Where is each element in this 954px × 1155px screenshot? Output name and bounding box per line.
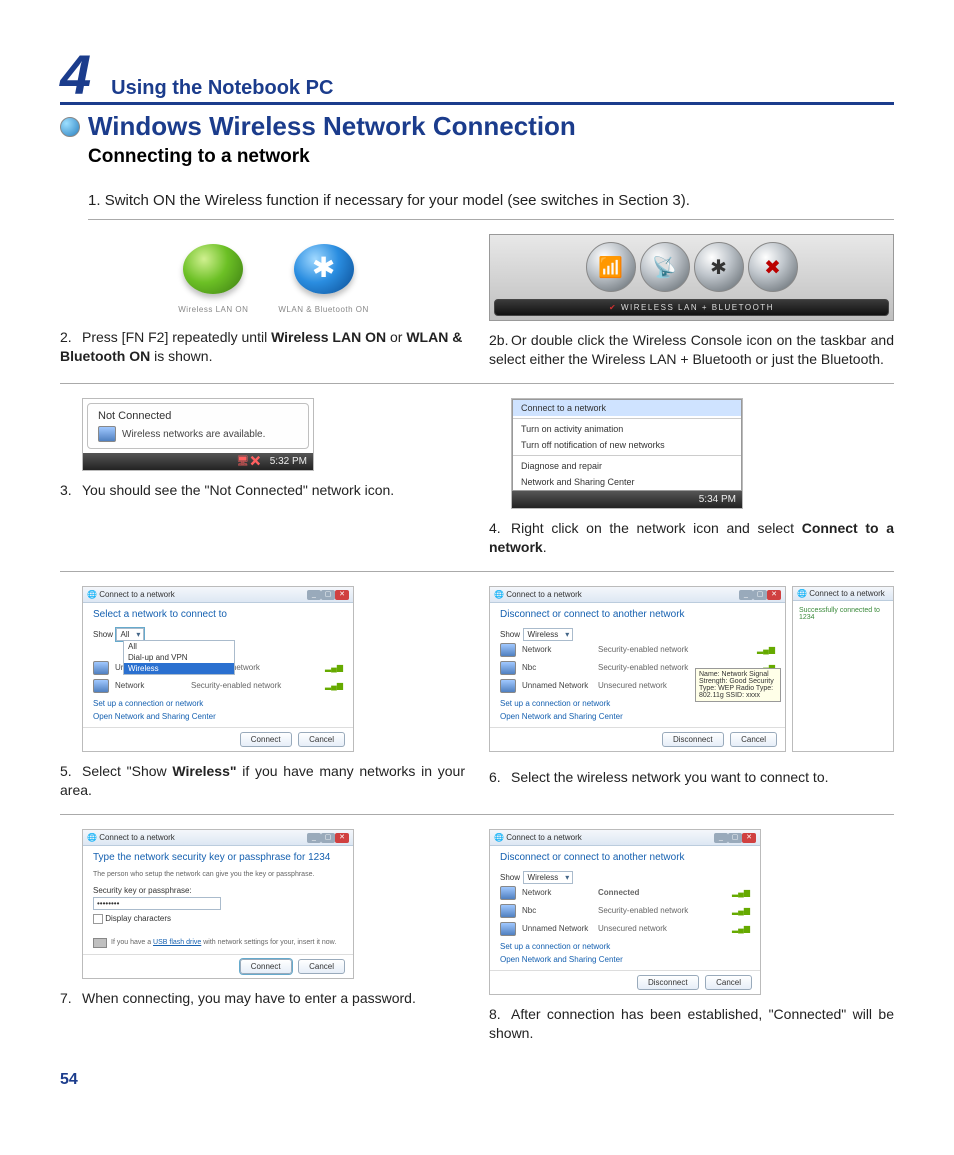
fig-step2-icons: Wireless LAN ON WLAN & Bluetooth ON — [82, 234, 465, 318]
network-icon — [93, 679, 109, 693]
balloon-title: Not Connected — [98, 410, 298, 422]
step-5: 5.Select "Show Wireless" if you have man… — [60, 762, 465, 800]
step-6: 6.Select the wireless network you want t… — [489, 768, 894, 787]
step-7: 7.When connecting, you may have to enter… — [60, 989, 465, 1008]
cancel-button[interactable]: Cancel — [705, 975, 752, 990]
network-icon — [93, 661, 109, 675]
wlan-bt-combo-icon: 📶 — [586, 242, 636, 292]
network-row[interactable]: NetworkSecurity-enabled network▂▄▆ — [500, 641, 775, 659]
network-disconnected-tray-icon[interactable]: 🖥✖ — [236, 456, 261, 467]
fig-step5-dialog: 🌐 Connect to a network _▢✕ Select a netw… — [82, 586, 354, 752]
cancel-button[interactable]: Cancel — [730, 732, 777, 747]
chapter-header: 4 Using the Notebook PC — [60, 50, 894, 105]
fig-step3-notconnected: Not Connected Wireless networks are avai… — [82, 398, 314, 471]
disconnect-button[interactable]: Disconnect — [637, 975, 699, 990]
usb-icon — [93, 938, 107, 948]
taskbar-clock: 5:32 PM — [270, 456, 307, 467]
menu-turn-off-notification[interactable]: Turn off notification of new networks — [513, 437, 741, 453]
show-dropdown-list[interactable]: All Dial-up and VPN Wireless — [123, 640, 235, 675]
menu-activity-animation[interactable]: Turn on activity animation — [513, 421, 741, 437]
link-setup-connection[interactable]: Set up a connection or network — [93, 699, 343, 708]
display-characters-checkbox[interactable] — [93, 914, 103, 924]
network-row[interactable]: Unnamed NetworkUnsecured network▂▄▆ — [500, 920, 750, 938]
side-success-text: Successfully connected to 1234 — [793, 601, 893, 627]
connect-button[interactable]: Connect — [240, 959, 292, 974]
connect-button[interactable]: Connect — [240, 732, 292, 747]
wlan-icon: 📡 — [640, 242, 690, 292]
network-row[interactable]: NbcSecurity-enabled network▂▄▆ — [500, 902, 750, 920]
step-3: 3.You should see the "Not Connected" net… — [60, 481, 465, 500]
cancel-button[interactable]: Cancel — [298, 959, 345, 974]
step-4: 4.Right click on the network icon and se… — [489, 519, 894, 557]
chapter-number: 4 — [60, 50, 91, 100]
usb-flash-drive-link[interactable]: USB flash drive — [153, 939, 201, 946]
link-open-sharing-center[interactable]: Open Network and Sharing Center — [500, 955, 750, 964]
wireless-lan-on-icon — [183, 244, 243, 294]
wireless-off-icon: ✖ — [748, 242, 798, 292]
step-8: 8.After connection has been established,… — [489, 1005, 894, 1043]
menu-network-sharing-center[interactable]: Network and Sharing Center — [513, 474, 741, 490]
subsection-title: Connecting to a network — [88, 146, 894, 168]
globe-icon — [60, 117, 80, 137]
step-2b: 2b.Or double click the Wireless Console … — [489, 331, 894, 369]
menu-connect-to-network[interactable]: Connect to a network — [513, 400, 741, 416]
fig-step6-dialog-main: 🌐 Connect to a network _▢✕ Disconnect or… — [489, 586, 786, 752]
fig-step4-contextmenu: Connect to a network Turn on activity an… — [511, 398, 743, 509]
fig-step8-connected: 🌐 Connect to a network _▢✕ Disconnect or… — [489, 829, 761, 995]
chapter-title: Using the Notebook PC — [111, 77, 333, 100]
fig-step7-password: 🌐 Connect to a network _▢✕ Type the netw… — [82, 829, 354, 979]
icon-caption: WLAN & Bluetooth ON — [278, 305, 368, 314]
step-1: 1. Switch ON the Wireless function if ne… — [88, 192, 894, 220]
menu-diagnose-repair[interactable]: Diagnose and repair — [513, 458, 741, 474]
show-dropdown[interactable]: Wireless — [523, 871, 574, 884]
section-title: Windows Wireless Network Connection — [88, 111, 576, 142]
cancel-button[interactable]: Cancel — [298, 732, 345, 747]
taskbar-clock: 5:34 PM — [699, 494, 736, 505]
fig-step6-dialog-side: 🌐 Connect to a network Successfully conn… — [792, 586, 894, 752]
monitor-icon — [98, 426, 116, 442]
icon-caption: Wireless LAN ON — [178, 305, 248, 314]
network-row[interactable]: NetworkConnected▂▄▆ — [500, 884, 750, 902]
password-input[interactable]: •••••••• — [93, 897, 221, 910]
page-number: 54 — [60, 1071, 894, 1089]
fig-step2b-console: 📶 📡 ✱ ✖ WIRELESS LAN + BLUETOOTH — [489, 234, 894, 321]
link-open-sharing-center[interactable]: Open Network and Sharing Center — [93, 712, 343, 721]
show-dropdown[interactable]: Wireless — [523, 628, 574, 641]
console-strip-label: WIRELESS LAN + BLUETOOTH — [494, 299, 889, 316]
network-tooltip: Name: Network Signal Strength: Good Secu… — [695, 668, 781, 702]
disconnect-button[interactable]: Disconnect — [662, 732, 724, 747]
bluetooth-on-icon — [294, 244, 354, 294]
link-open-sharing-center[interactable]: Open Network and Sharing Center — [500, 712, 775, 721]
step-2: 2.Press [FN F2] repeatedly until Wireles… — [60, 328, 465, 366]
balloon-message: Wireless networks are available. — [122, 429, 265, 440]
bluetooth-icon: ✱ — [694, 242, 744, 292]
link-setup-connection[interactable]: Set up a connection or network — [500, 942, 750, 951]
